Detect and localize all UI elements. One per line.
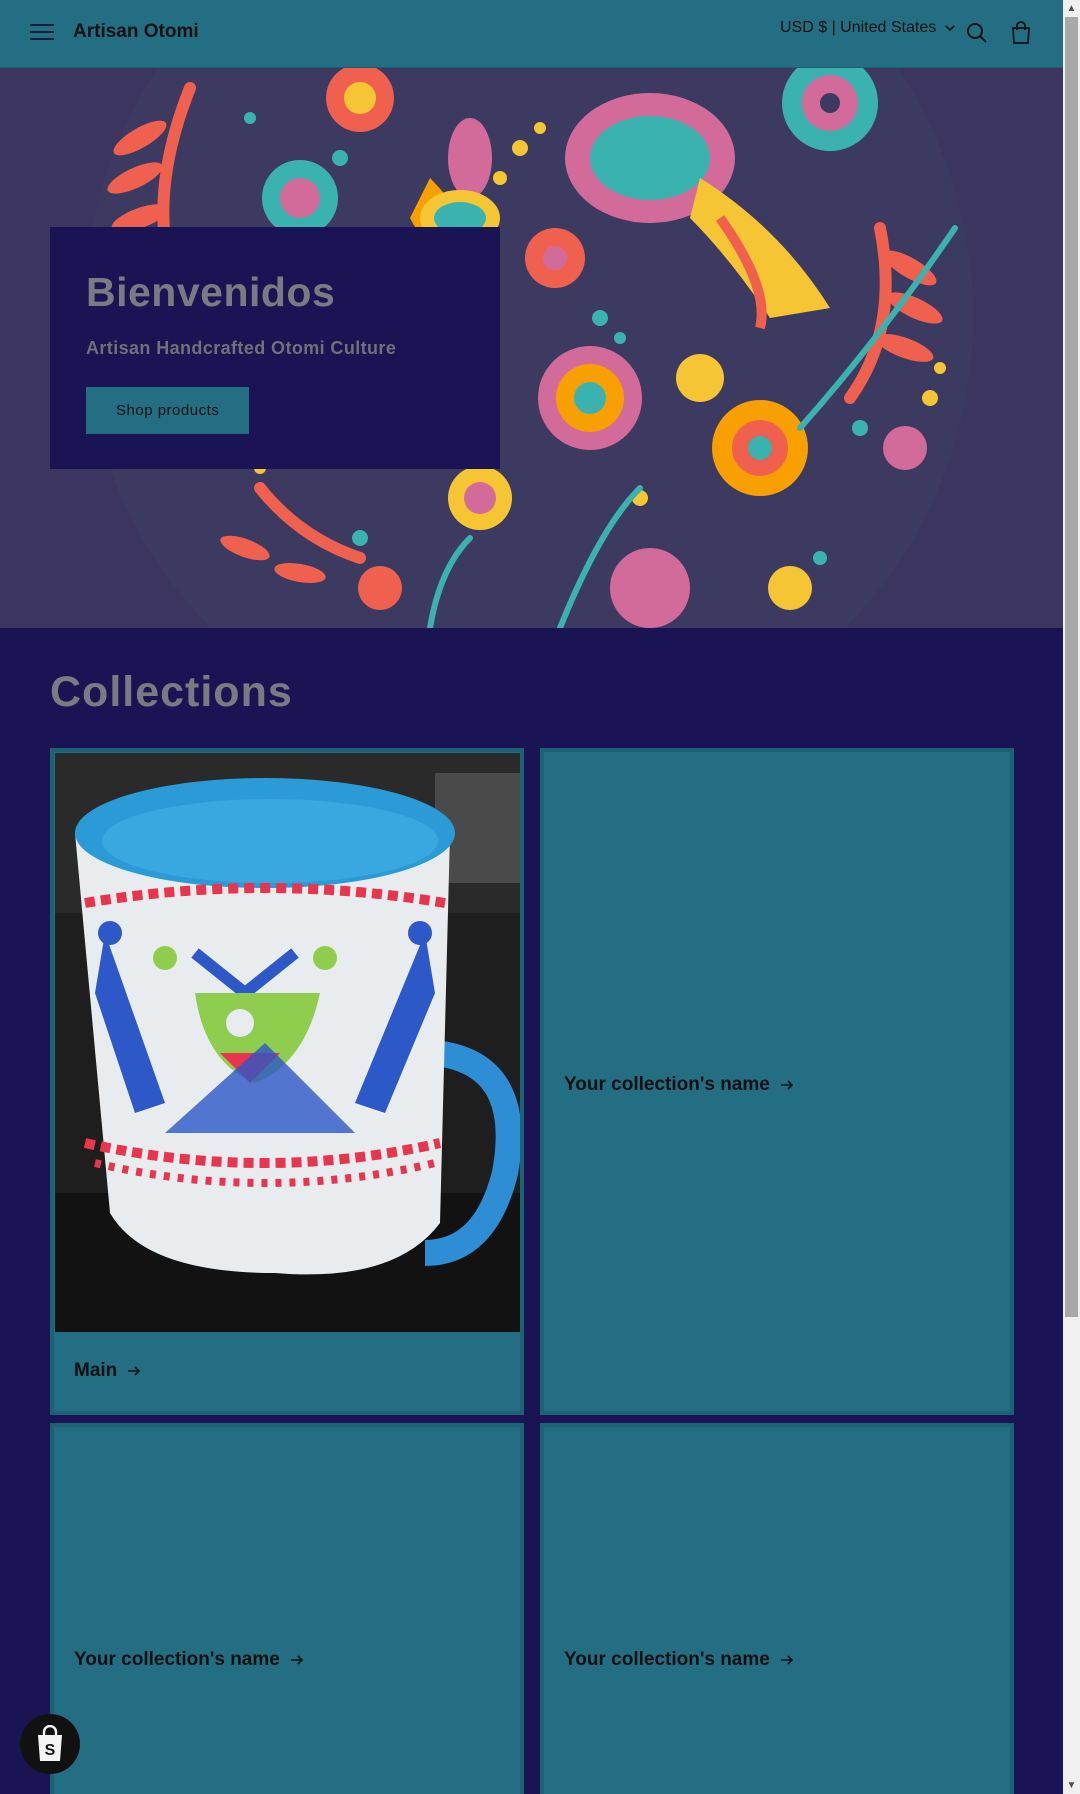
scroll-thumb[interactable] [1065, 17, 1078, 1317]
hero-subtitle: Artisan Handcrafted Otomi Culture [86, 338, 397, 358]
shopify-bag-icon[interactable]: S [20, 1714, 80, 1774]
collection-name: Your collection's name [564, 1649, 770, 1670]
svg-text:S: S [45, 1742, 56, 1759]
hamburger-icon[interactable] [28, 20, 56, 46]
site-header: Artisan Otomi USD $ | United States [0, 0, 1063, 68]
collection-card-4[interactable]: Your collection's name [540, 1423, 1014, 1794]
collection-name: Your collection's name [74, 1649, 280, 1670]
locale-label: USD $ | United States [780, 19, 937, 36]
collection-link-2[interactable]: Your collection's name [564, 1074, 794, 1096]
scroll-up-arrow-icon[interactable]: ▲ [1063, 0, 1080, 17]
arrow-right-icon [290, 1655, 303, 1665]
locale-selector[interactable]: USD $ | United States [780, 19, 956, 37]
collection-link-3[interactable]: Your collection's name [74, 1649, 304, 1671]
cart-icon[interactable] [1008, 19, 1034, 47]
collection-link-main[interactable]: Main [74, 1360, 141, 1382]
hero-text-box: Bienvenidos Artisan Handcrafted Otomi Cu… [50, 227, 500, 469]
scroll-down-arrow-icon[interactable]: ▼ [1063, 1777, 1080, 1794]
hero-title: Bienvenidos [86, 269, 336, 315]
brand-name[interactable]: Artisan Otomi [73, 21, 199, 43]
hero-banner: Bienvenidos Artisan Handcrafted Otomi Cu… [0, 68, 1063, 628]
page-scrollbar[interactable]: ▲ ▼ [1063, 0, 1080, 1794]
collections-heading: Collections [50, 668, 293, 716]
collection-card-3[interactable]: Your collection's name [50, 1423, 524, 1794]
collection-card-2[interactable]: Your collection's name [540, 748, 1014, 1415]
arrow-right-icon [780, 1080, 793, 1090]
search-icon[interactable] [964, 20, 990, 46]
collection-card-main[interactable]: Main [50, 748, 524, 1415]
collection-name: Your collection's name [564, 1074, 770, 1095]
arrow-right-icon [128, 1366, 141, 1376]
chevron-down-icon [945, 25, 955, 32]
shop-products-button[interactable]: Shop products [86, 387, 250, 434]
mug-photo [55, 753, 520, 1332]
collection-link-4[interactable]: Your collection's name [564, 1649, 794, 1671]
arrow-right-icon [780, 1655, 793, 1665]
collection-name: Main [74, 1360, 118, 1381]
